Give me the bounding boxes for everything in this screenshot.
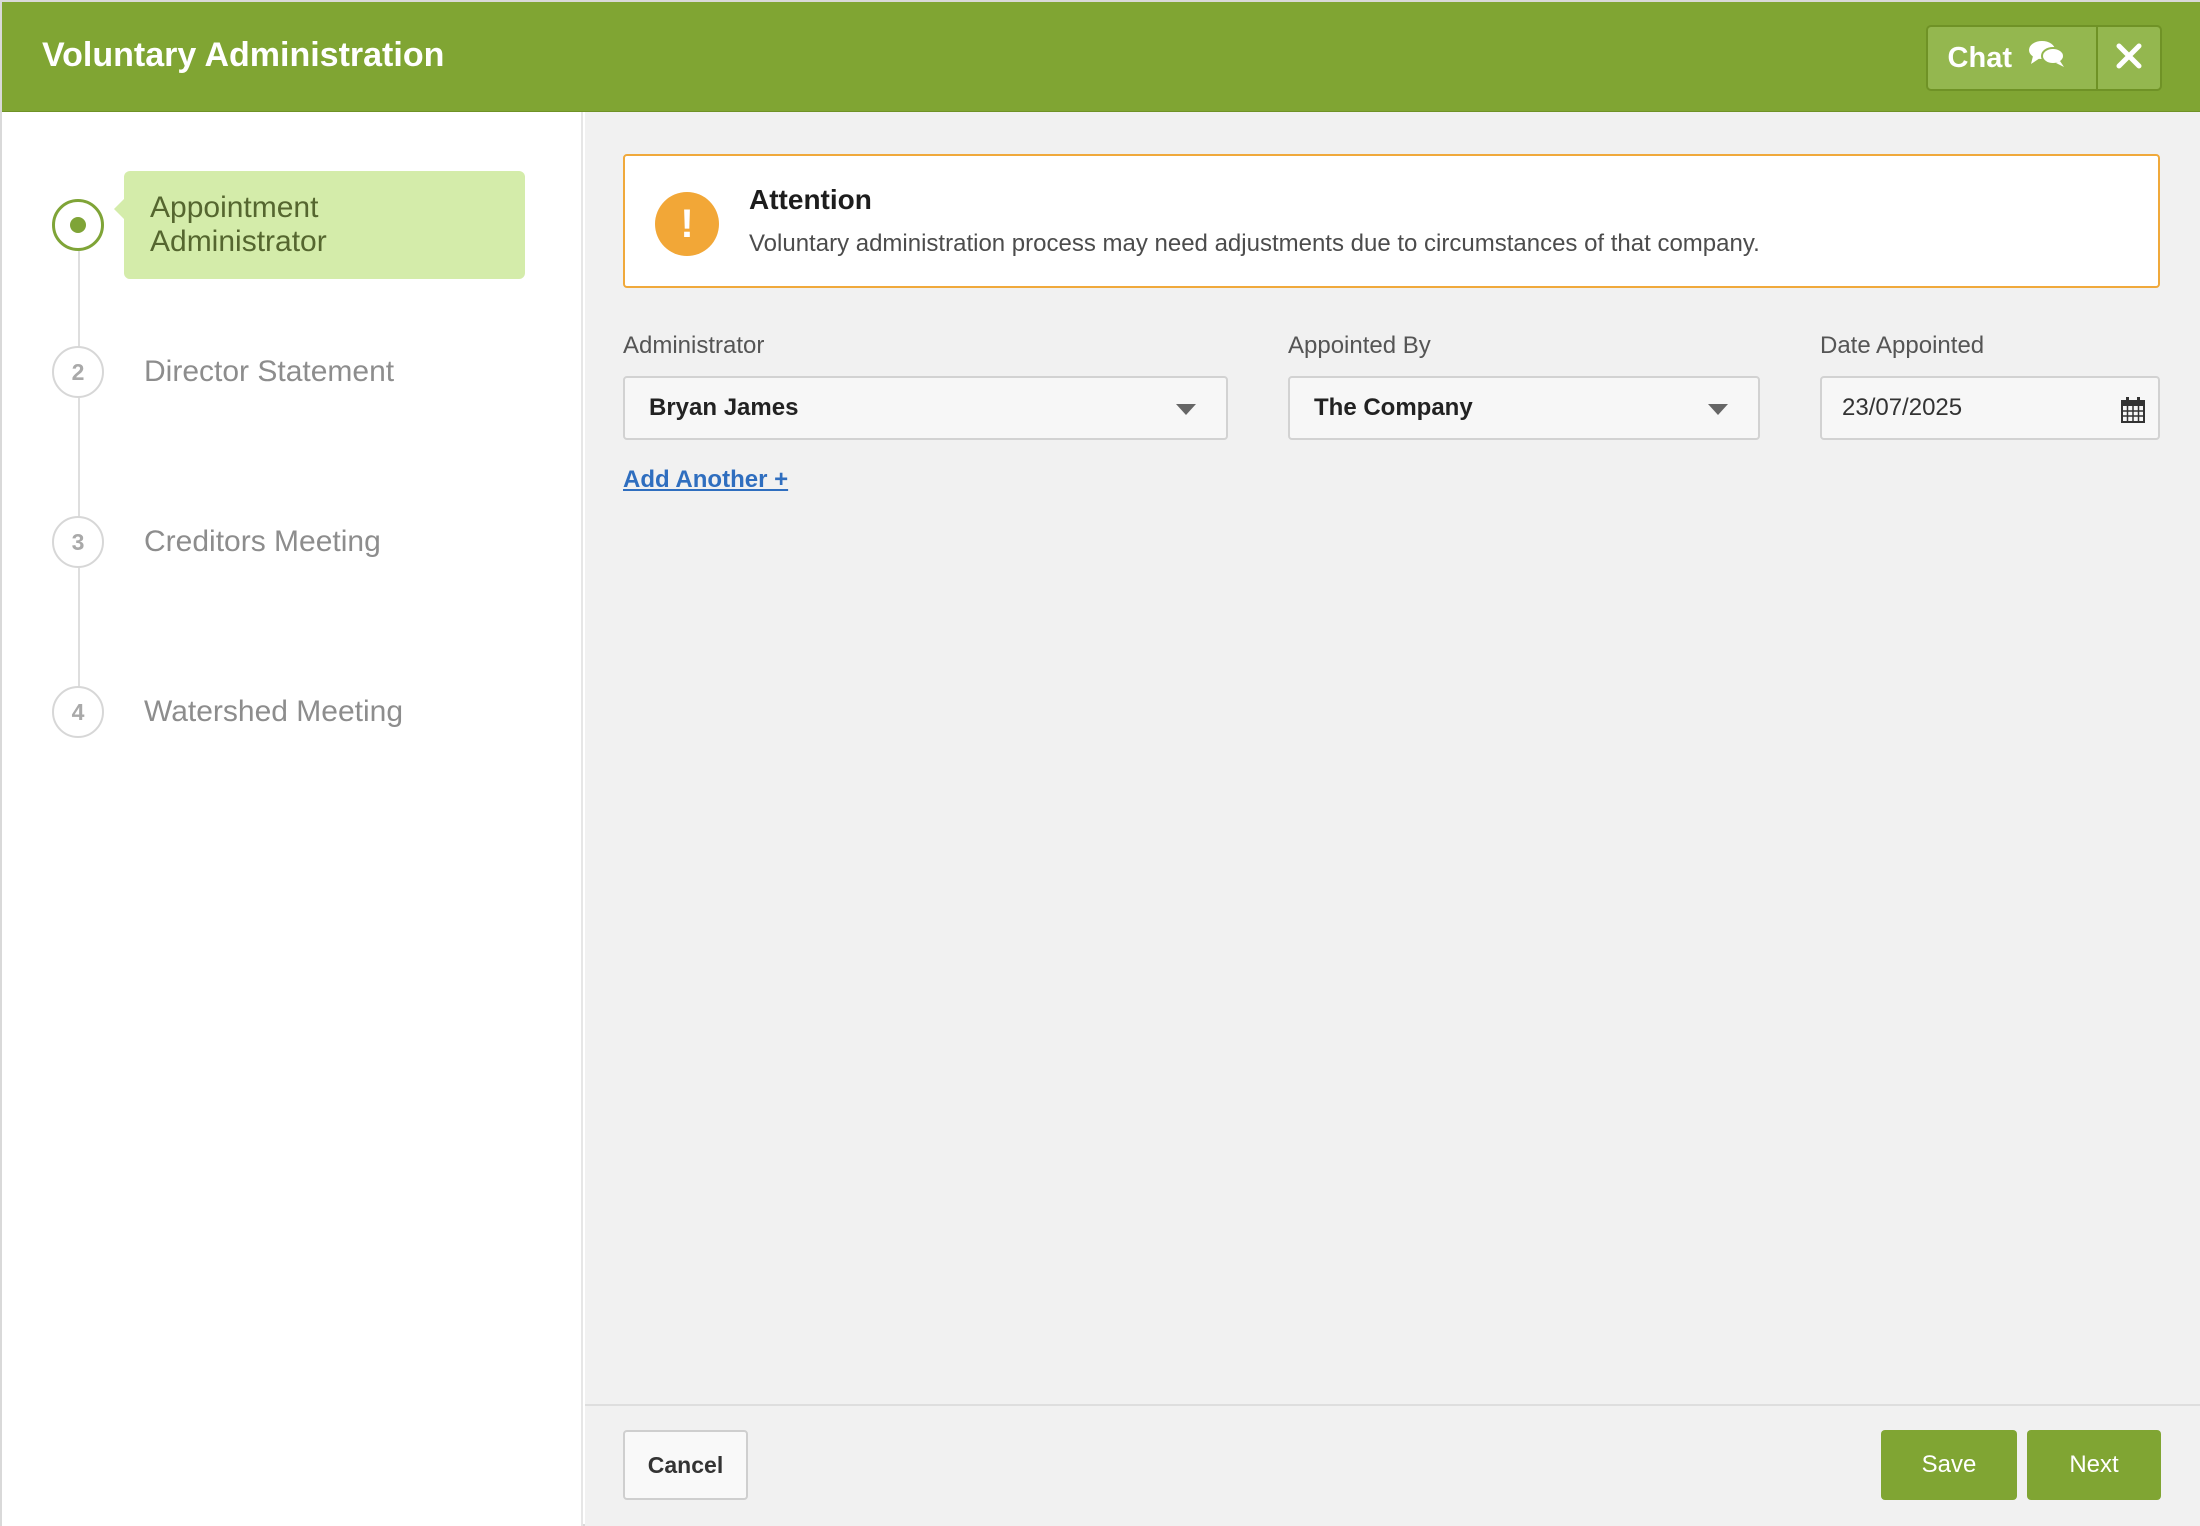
alert-message: Voluntary administration process may nee…	[749, 230, 1760, 257]
appointed-by-label: Appointed By	[1288, 332, 1431, 359]
main-content: ! Attention Voluntary administration pro…	[585, 112, 2200, 1526]
administrator-value: Bryan James	[649, 394, 799, 421]
appointed-by-select[interactable]: The Company	[1288, 376, 1760, 440]
save-button[interactable]: Save	[1881, 1430, 2017, 1500]
modal-title: Voluntary Administration	[42, 36, 445, 74]
appointed-by-value: The Company	[1314, 394, 1473, 421]
alert-title: Attention	[749, 184, 872, 215]
steps-sidebar: Appointment Administrator 2 Director Sta…	[2, 112, 583, 1526]
voluntary-administration-modal: Voluntary Administration Chat Appointmen…	[0, 0, 2200, 1526]
exclamation-icon: !	[655, 192, 719, 256]
steps-connector-line	[78, 202, 80, 732]
date-appointed-label: Date Appointed	[1820, 332, 1985, 359]
step-label: Creditors Meeting	[144, 525, 381, 558]
step-label: Appointment Administrator	[114, 171, 525, 279]
header-actions: Chat	[1925, 25, 2162, 91]
step-indicator-active	[52, 199, 104, 251]
calendar-icon[interactable]	[2120, 396, 2146, 429]
close-icon	[2115, 42, 2143, 75]
cancel-button[interactable]: Cancel	[623, 1430, 748, 1500]
next-button[interactable]: Next	[2027, 1430, 2161, 1500]
step-label: Watershed Meeting	[144, 695, 404, 728]
administrator-select[interactable]: Bryan James	[623, 376, 1228, 440]
step-label: Director Statement	[144, 355, 395, 388]
administrator-label: Administrator	[623, 332, 765, 359]
chevron-down-icon	[1708, 404, 1728, 415]
chat-bubbles-icon	[2028, 39, 2066, 77]
date-appointed-input[interactable]: 23/07/2025	[1820, 376, 2160, 440]
step-number: 2	[52, 346, 104, 398]
chat-button[interactable]: Chat	[1928, 27, 2098, 89]
step-creditors-meeting[interactable]: 3 Creditors Meeting	[52, 516, 381, 568]
modal-footer: Cancel Save Next	[585, 1404, 2200, 1526]
step-number: 4	[52, 686, 104, 738]
step-director-statement[interactable]: 2 Director Statement	[52, 346, 394, 398]
chevron-down-icon	[1176, 404, 1196, 415]
close-button[interactable]	[2098, 27, 2160, 89]
modal-header: Voluntary Administration Chat	[2, 2, 2200, 112]
date-appointed-value: 23/07/2025	[1842, 394, 1963, 421]
active-dot-icon	[70, 217, 86, 233]
add-another-link[interactable]: Add Another +	[623, 466, 788, 494]
attention-alert: ! Attention Voluntary administration pro…	[623, 154, 2160, 288]
step-number: 3	[52, 516, 104, 568]
step-watershed-meeting[interactable]: 4 Watershed Meeting	[52, 686, 403, 738]
step-appointment-administrator[interactable]: Appointment Administrator	[52, 171, 525, 279]
chat-label: Chat	[1947, 41, 2012, 74]
